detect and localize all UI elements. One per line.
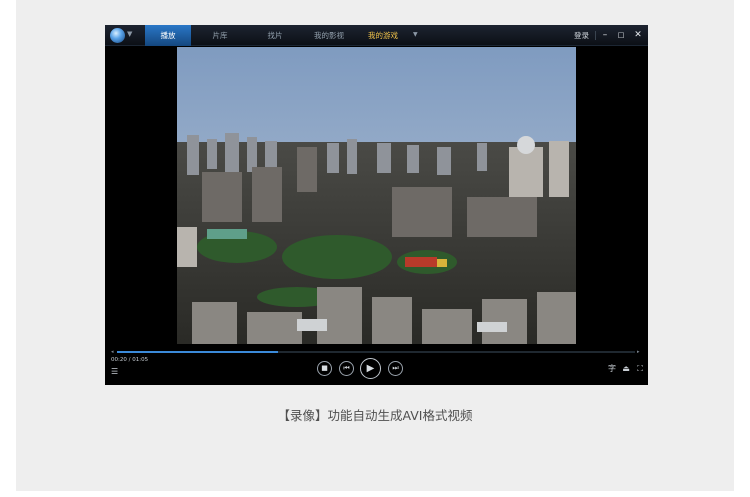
playlist-icon[interactable]: ☰ [111,367,120,376]
stop-button[interactable]: ■ [317,361,332,376]
next-button[interactable]: ⏭ [388,361,403,376]
previous-button[interactable]: ⏮ [339,361,354,376]
minimize-button[interactable]: – [598,25,612,46]
city-skyline-image [177,47,576,344]
eject-icon[interactable]: ⏏ [621,364,631,374]
page-bottom-gap [0,491,750,497]
control-bar: ◂ ▸ 00:20 / 01:05 ☰ ■ ⏮ ▶ ⏭ 字 ⏏ ⛶ [105,349,648,385]
time-display: 00:20 / 01:05 [111,357,148,363]
fullscreen-icon[interactable]: ⛶ [635,364,645,374]
next-icon: ⏭ [392,364,399,372]
app-menu-arrow-icon[interactable]: ▼ [127,30,132,38]
login-link[interactable]: 登录 [574,25,589,46]
tab-library[interactable]: 片库 [200,25,240,46]
seek-end-marker-icon: ▸ [637,349,640,355]
tabs-more-chevron-icon[interactable]: ▼ [413,31,418,38]
media-player-window: ▼ 播放 片库 找片 我的影视 我的游戏 ▼ 登录 – □ ✕ ◂ ▸ 00:2… [105,25,648,385]
feature-caption: 【录像】功能自动生成AVI格式视频 [277,408,473,423]
close-button[interactable]: ✕ [631,25,645,46]
seek-progress [117,351,278,353]
subtitle-icon[interactable]: 字 [607,364,617,374]
total-time: 01:05 [132,357,149,363]
tab-my-games[interactable]: 我的游戏 [361,25,405,46]
titlebar-divider [595,31,596,40]
seek-bar[interactable] [117,351,635,353]
tab-find-movies[interactable]: 找片 [255,25,295,46]
current-time: 00:20 [111,357,127,363]
previous-icon: ⏮ [343,364,350,372]
tab-play[interactable]: 播放 [145,25,191,46]
play-button[interactable]: ▶ [360,358,381,379]
title-bar: ▼ 播放 片库 找片 我的影视 我的游戏 ▼ 登录 – □ ✕ [105,25,648,46]
play-icon: ▶ [366,363,375,374]
seek-start-marker-icon: ◂ [111,349,114,355]
video-frame[interactable] [177,47,576,344]
app-logo-icon[interactable] [110,28,125,43]
maximize-button[interactable]: □ [614,25,628,46]
stop-icon: ■ [321,364,328,372]
tab-my-videos[interactable]: 我的影视 [307,25,351,46]
